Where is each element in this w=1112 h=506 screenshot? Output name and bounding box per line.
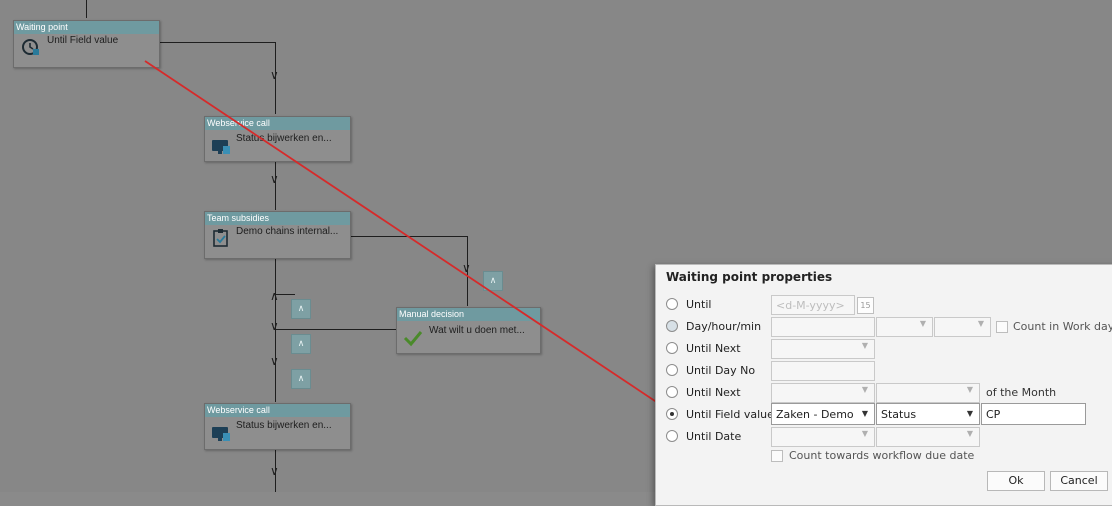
option-label: Until Day No: [686, 364, 756, 377]
of-the-month-label: of the Month: [986, 386, 1057, 399]
minute-select[interactable]: ▼: [934, 317, 991, 337]
option-label: Until Date: [686, 430, 742, 443]
dialog-title: Waiting point properties: [666, 270, 833, 284]
ordinal-select[interactable]: ▼: [771, 383, 875, 403]
option-label: Until: [686, 298, 712, 311]
radio-until-next[interactable]: [666, 342, 678, 354]
chevron-down-icon: ▼: [861, 341, 868, 350]
waiting-point-properties-dialog: Waiting point properties Until <d-M-yyyy…: [655, 264, 1112, 506]
chevron-down-icon: ▼: [919, 319, 926, 328]
count-in-work-days-label: Count in Work days: [1013, 320, 1112, 333]
date-field-select[interactable]: ▼: [876, 427, 980, 447]
chevron-down-icon: ▼: [966, 409, 973, 418]
date-entity-select[interactable]: ▼: [771, 427, 875, 447]
entity-select[interactable]: Zaken - Demo ▼: [771, 403, 875, 425]
option-label: Until Field value: [686, 408, 774, 421]
chevron-down-icon: ▼: [861, 409, 868, 418]
chevron-down-icon: ▼: [966, 429, 973, 438]
cancel-button[interactable]: Cancel: [1050, 471, 1108, 491]
chevron-down-icon: ▼: [861, 385, 868, 394]
radio-until-next-month[interactable]: [666, 386, 678, 398]
chevron-down-icon: ▼: [861, 429, 868, 438]
count-in-work-days-checkbox[interactable]: [996, 321, 1008, 333]
count-towards-due-date-checkbox[interactable]: [771, 450, 783, 462]
until-next-select[interactable]: ▼: [771, 339, 875, 359]
calendar-icon[interactable]: 15: [857, 297, 874, 314]
day-hour-min-input[interactable]: [771, 317, 875, 337]
radio-until-field-value[interactable]: [666, 408, 678, 420]
until-date-input[interactable]: <d-M-yyyy>: [771, 295, 855, 315]
option-label: Until Next: [686, 386, 741, 399]
radio-until[interactable]: [666, 298, 678, 310]
chevron-down-icon: ▼: [966, 385, 973, 394]
hour-select[interactable]: ▼: [876, 317, 933, 337]
weekday-select[interactable]: ▼: [876, 383, 980, 403]
field-select[interactable]: Status ▼: [876, 403, 980, 425]
radio-until-date[interactable]: [666, 430, 678, 442]
radio-day-hour-min[interactable]: [666, 320, 678, 332]
ok-button[interactable]: Ok: [987, 471, 1045, 491]
option-label: Day/hour/min: [686, 320, 762, 333]
field-value-input[interactable]: CP: [981, 403, 1086, 425]
chevron-down-icon: ▼: [977, 319, 984, 328]
option-label: Until Next: [686, 342, 741, 355]
radio-until-day-no[interactable]: [666, 364, 678, 376]
count-towards-due-date-label: Count towards workflow due date: [789, 449, 975, 462]
until-day-no-input[interactable]: [771, 361, 875, 381]
